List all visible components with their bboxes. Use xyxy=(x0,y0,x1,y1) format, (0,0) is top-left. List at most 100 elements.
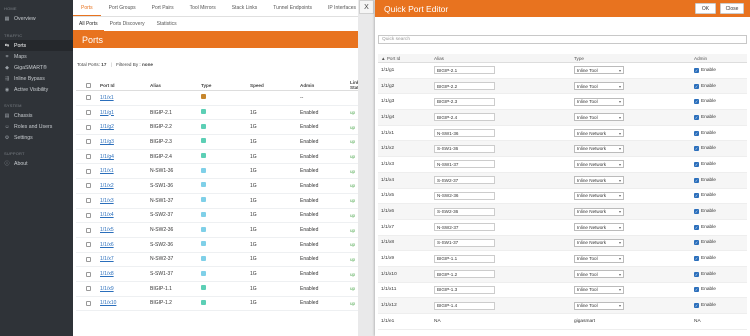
close-button[interactable]: Close xyxy=(720,3,744,14)
enable-checkbox[interactable]: ✓ xyxy=(694,130,699,136)
type-select[interactable]: Inline Network ▾ xyxy=(574,160,624,169)
row-checkbox[interactable] xyxy=(85,139,91,145)
alias-input[interactable]: S-SW2-37 xyxy=(434,176,495,185)
sidebar-item-maps[interactable]: ⌗ Maps xyxy=(0,51,73,62)
subtab-all-ports[interactable]: All Ports xyxy=(73,17,104,31)
type-select[interactable]: Inline Network ▾ xyxy=(574,238,624,247)
row-checkbox[interactable] xyxy=(85,124,91,130)
type-select[interactable]: Inline Tool ▾ xyxy=(574,285,624,294)
enable-checkbox[interactable]: ✓ xyxy=(694,83,699,89)
enable-checkbox[interactable]: ✓ xyxy=(694,256,699,262)
port-id-link[interactable]: 1/1/x8 xyxy=(100,271,114,277)
editor-column-header[interactable]: ▲ Port Id xyxy=(378,56,434,61)
sidebar-item-overview[interactable]: ▦ Overview xyxy=(0,13,73,24)
alias-input[interactable]: N-SW1-36 xyxy=(434,129,495,138)
alias-input[interactable]: S-SW2-36 xyxy=(434,207,495,216)
port-id-link[interactable]: 1/1/x6 xyxy=(100,242,114,248)
row-checkbox[interactable] xyxy=(85,198,91,204)
row-checkbox[interactable] xyxy=(85,110,91,116)
column-header[interactable]: Speed xyxy=(250,83,300,88)
port-id-link[interactable]: 1/1/g2 xyxy=(100,124,114,130)
type-select[interactable]: Inline Tool ▾ xyxy=(574,270,624,279)
enable-checkbox[interactable]: ✓ xyxy=(694,99,699,105)
editor-column-header[interactable]: Alias xyxy=(434,56,574,61)
enable-checkbox[interactable]: ✓ xyxy=(694,287,699,293)
type-select[interactable]: Inline Tool ▾ xyxy=(574,254,624,263)
alias-input[interactable]: N-SW2-37 xyxy=(434,223,495,232)
tab-tool-mirrors[interactable]: Tool Mirrors xyxy=(182,0,224,16)
type-select[interactable]: Inline Tool ▾ xyxy=(574,97,624,106)
enable-checkbox[interactable]: ✓ xyxy=(694,146,699,152)
column-header[interactable]: Alias xyxy=(150,83,201,88)
port-id-link[interactable]: 1/1/x1 xyxy=(100,168,114,174)
port-id-link[interactable]: 1/1/g1 xyxy=(100,110,114,116)
port-id-link[interactable]: 1/1/x7 xyxy=(100,256,114,262)
alias-input[interactable]: BIGIP-2.4 xyxy=(434,113,495,122)
row-checkbox[interactable] xyxy=(85,95,91,101)
subtab-statistics[interactable]: Statistics xyxy=(151,17,183,31)
enable-checkbox[interactable]: ✓ xyxy=(694,193,699,199)
row-checkbox[interactable] xyxy=(85,242,91,248)
enable-checkbox[interactable]: ✓ xyxy=(694,177,699,183)
type-select[interactable]: Inline Network ▾ xyxy=(574,144,624,153)
row-checkbox[interactable] xyxy=(85,300,91,306)
enable-checkbox[interactable]: ✓ xyxy=(694,67,699,73)
row-checkbox[interactable] xyxy=(85,154,91,160)
type-select[interactable]: Inline Network ▾ xyxy=(574,129,624,138)
row-checkbox[interactable] xyxy=(85,212,91,218)
enable-checkbox[interactable]: ✓ xyxy=(694,271,699,277)
sidebar-item-active-visibility[interactable]: ◉ Active Visibility xyxy=(0,84,73,95)
row-checkbox[interactable] xyxy=(85,256,91,262)
editor-column-header[interactable]: Type xyxy=(574,56,694,61)
alias-input[interactable]: S-SW1-36 xyxy=(434,144,495,153)
column-header[interactable]: Port Id xyxy=(100,83,150,88)
select-all-checkbox[interactable] xyxy=(85,82,91,88)
port-id-link[interactable]: 1/1/g4 xyxy=(100,154,114,160)
type-select[interactable]: Inline Network ▾ xyxy=(574,191,624,200)
enable-checkbox[interactable]: ✓ xyxy=(694,209,699,215)
alias-input[interactable]: BIGIP-1.3 xyxy=(434,285,495,294)
port-id-link[interactable]: 1/1/x4 xyxy=(100,212,114,218)
row-checkbox[interactable] xyxy=(85,286,91,292)
enable-checkbox[interactable]: ✓ xyxy=(694,114,699,120)
enable-checkbox[interactable]: ✓ xyxy=(694,303,699,309)
tab-ports[interactable]: Ports xyxy=(73,0,101,16)
alias-input[interactable]: N-SW1-37 xyxy=(434,160,495,169)
tab-tunnel-endpoints[interactable]: Tunnel Endpoints xyxy=(265,0,320,16)
row-checkbox[interactable] xyxy=(85,271,91,277)
port-id-link[interactable]: 1/1/x5 xyxy=(100,227,114,233)
sidebar-item-about[interactable]: ⓘ About xyxy=(0,158,73,169)
close-panel-button[interactable]: X xyxy=(359,0,374,14)
sidebar-item-inline-bypass[interactable]: ⇶ Inline Bypass xyxy=(0,73,73,84)
alias-input[interactable]: BIGIP-1.4 xyxy=(434,301,495,310)
tab-port-groups[interactable]: Port Groups xyxy=(101,0,144,16)
row-checkbox[interactable] xyxy=(85,183,91,189)
sidebar-item-ports[interactable]: ⇆ Ports xyxy=(0,40,73,51)
sidebar-item-gigasmart[interactable]: ◆ GigaSMART® xyxy=(0,62,73,73)
column-header[interactable]: Type xyxy=(201,83,250,88)
port-id-link[interactable]: 1/1/x1 xyxy=(100,95,114,101)
tab-stack-links[interactable]: Stack Links xyxy=(224,0,266,16)
tab-port-pairs[interactable]: Port Pairs xyxy=(144,0,182,16)
column-header[interactable]: Admin xyxy=(300,83,350,88)
type-select[interactable]: Inline Tool ▾ xyxy=(574,66,624,75)
ok-button[interactable]: OK xyxy=(695,3,716,14)
sidebar-item-settings[interactable]: ⚙ Settings xyxy=(0,132,73,143)
type-select[interactable]: Inline Network ▾ xyxy=(574,207,624,216)
port-id-link[interactable]: 1/1/x3 xyxy=(100,198,114,204)
alias-input[interactable]: BIGIP-1.1 xyxy=(434,254,495,263)
alias-input[interactable]: BIGIP-1.2 xyxy=(434,270,495,279)
row-checkbox[interactable] xyxy=(85,227,91,233)
enable-checkbox[interactable]: ✓ xyxy=(694,224,699,230)
port-id-link[interactable]: 1/1/x10 xyxy=(100,300,116,306)
sidebar-item-chassis[interactable]: ▤ Chassis xyxy=(0,110,73,121)
type-select[interactable]: Inline Network ▾ xyxy=(574,176,624,185)
type-select[interactable]: Inline Tool ▾ xyxy=(574,82,624,91)
port-id-link[interactable]: 1/1/x2 xyxy=(100,183,114,189)
editor-column-header[interactable]: Admin xyxy=(694,56,747,61)
alias-input[interactable]: S-SW1-37 xyxy=(434,238,495,247)
subtab-ports-discovery[interactable]: Ports Discovery xyxy=(104,17,151,31)
quick-search-input[interactable]: Quick search xyxy=(378,35,747,44)
port-id-link[interactable]: 1/1/g3 xyxy=(100,139,114,145)
row-checkbox[interactable] xyxy=(85,168,91,174)
